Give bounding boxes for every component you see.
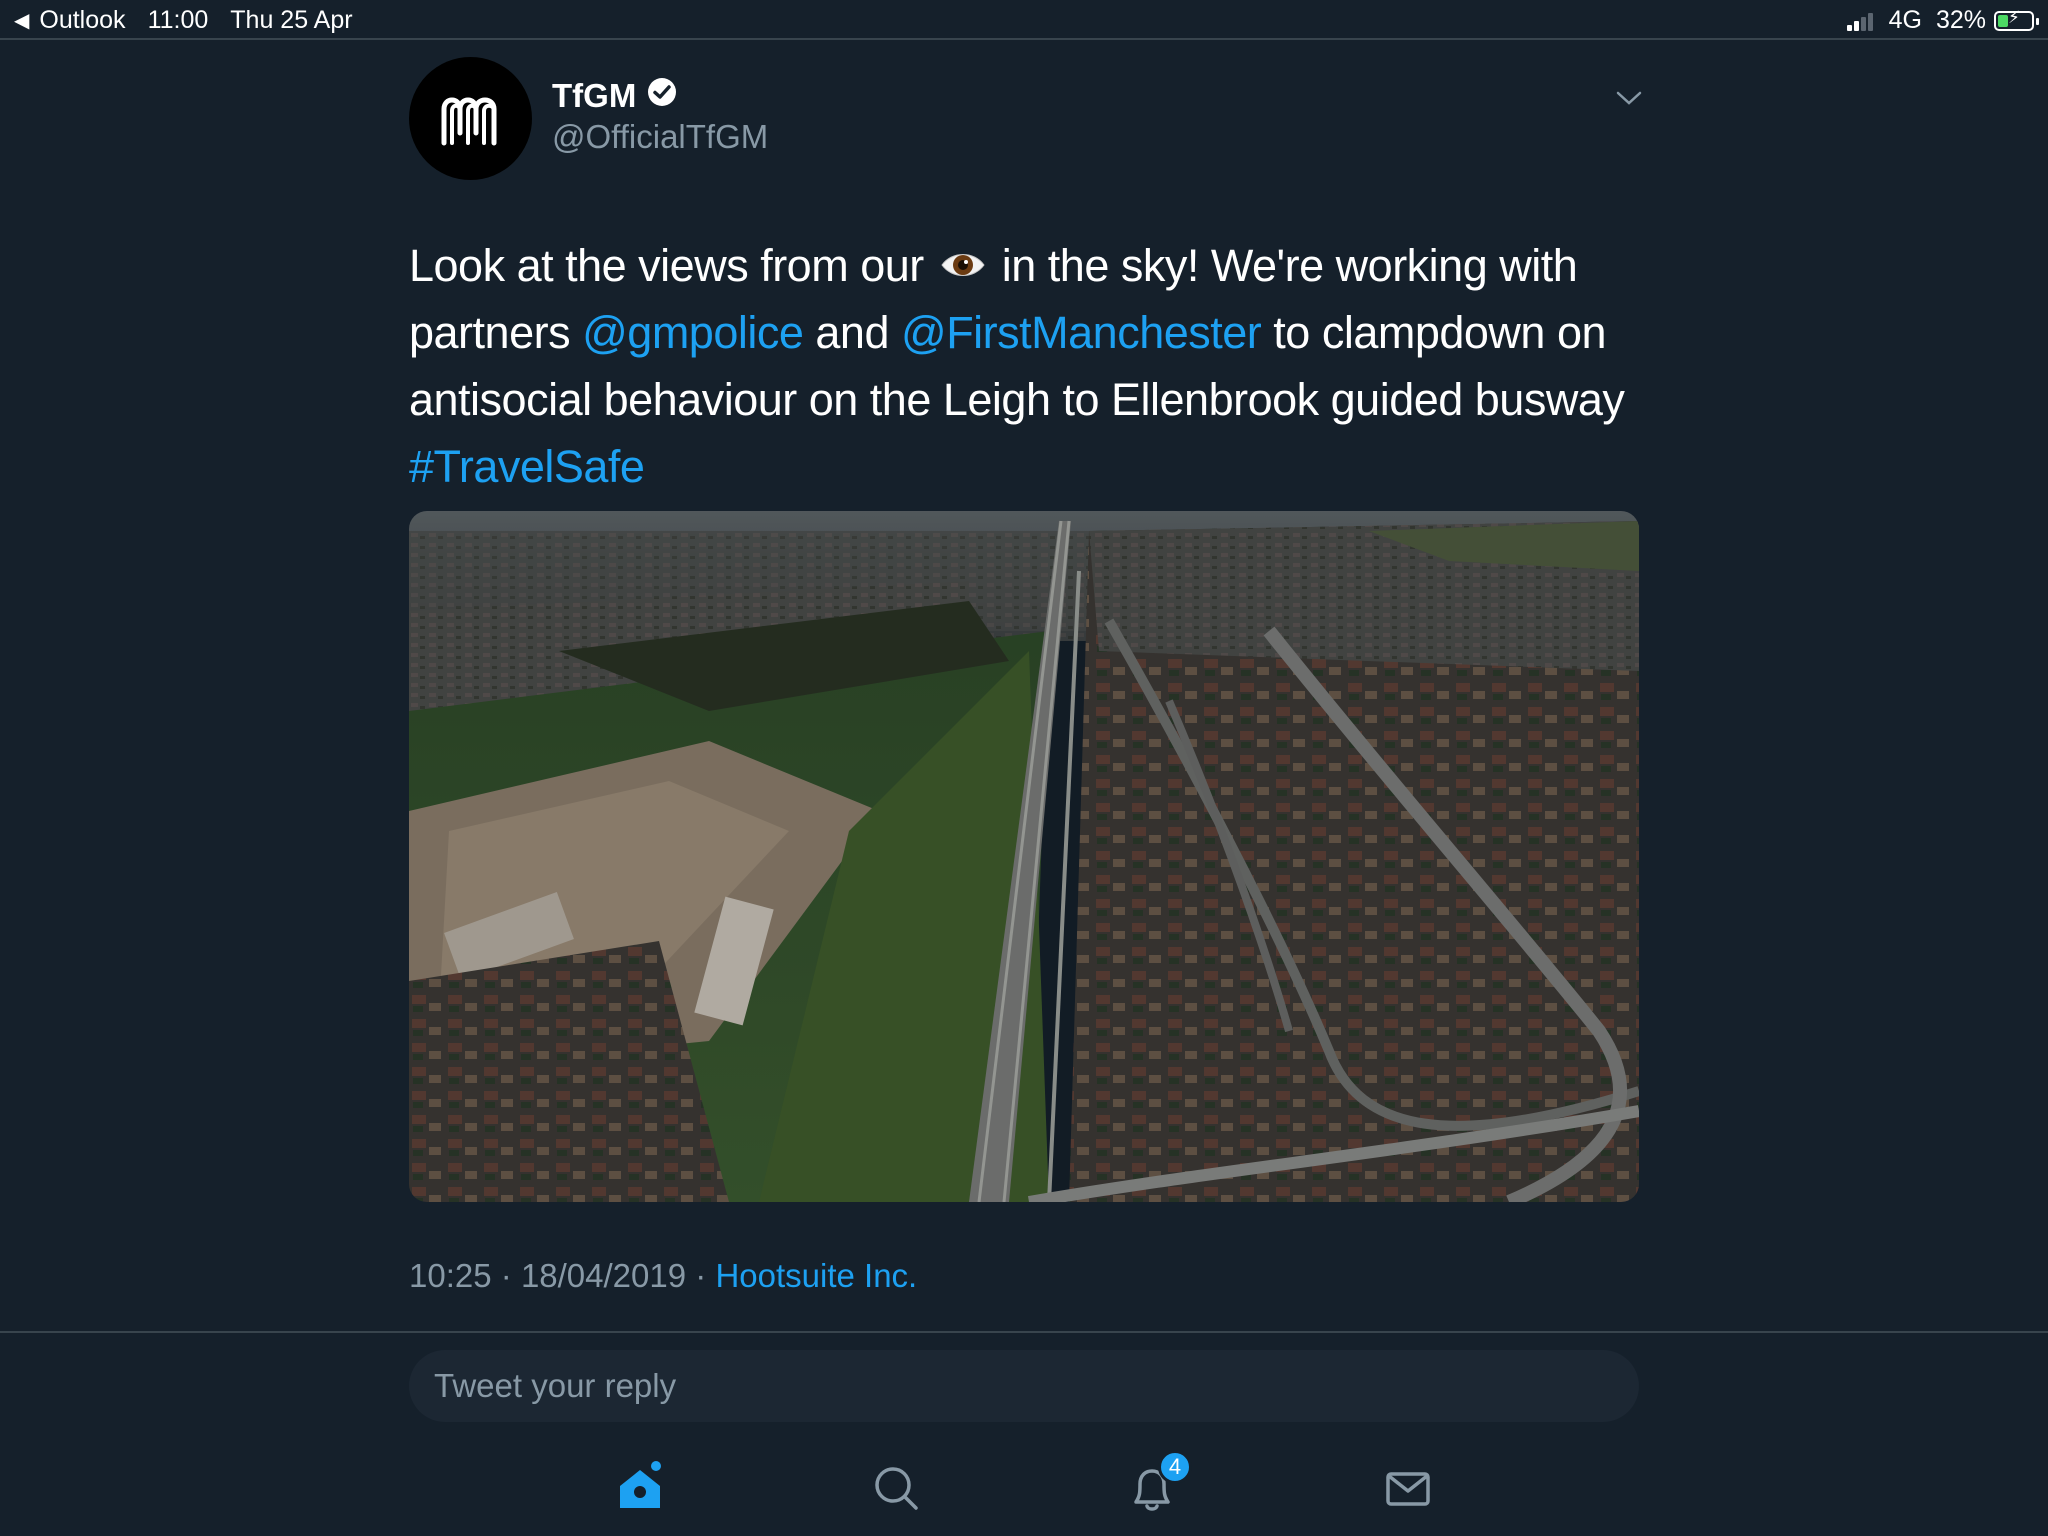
tweet-text: Look at the views from our in the sky! W… [409,232,1649,500]
charging-bolt-icon: ⚡ [2008,7,2020,27]
tweet-source-link[interactable]: Hootsuite Inc. [715,1257,917,1294]
tab-messages[interactable] [1378,1458,1438,1518]
verified-badge-icon [646,76,678,116]
notifications-badge: 4 [1158,1450,1192,1484]
mention-firstmanchester-link[interactable]: @FirstManchester [901,307,1262,358]
tweet-time: 10:25 [409,1257,492,1294]
author-name-text[interactable]: TfGM [552,77,636,115]
search-icon [875,1467,918,1510]
meta-separator: · [695,1257,707,1294]
tab-bar [0,1440,2048,1536]
tweet-text-part: Look at the views from our [409,240,924,291]
hashtag-link[interactable]: #TravelSafe [409,441,645,492]
tab-search[interactable] [866,1458,926,1518]
reply-placeholder: Tweet your reply [434,1367,677,1404]
battery-percent: 32% [1935,6,1986,34]
avatar[interactable] [409,57,532,180]
tweet-photo[interactable] [409,511,1639,1202]
tweet-date: 18/04/2019 [520,1257,687,1294]
reply-input[interactable]: Tweet your reply [409,1350,1639,1422]
mail-icon [1386,1472,1430,1506]
battery-icon: ⚡ [1994,7,2039,31]
status-right: 4G 32% ⚡ [1846,6,2039,35]
back-triangle-icon[interactable]: ◀ [14,8,29,33]
status-time: 11:00 [147,6,209,34]
back-app-label[interactable]: Outlook [39,6,125,35]
author-name[interactable]: TfGM [552,76,678,116]
tweet-meta: 10:25 · 18/04/2019 · Hootsuite Inc. [409,1257,917,1295]
tab-home[interactable] [610,1458,670,1518]
metrolink-logo-icon [441,97,496,145]
aerial-photo-image [409,511,1639,1202]
network-type: 4G [1888,6,1922,34]
meta-separator: · [500,1257,512,1294]
divider [0,1331,2048,1333]
mention-gmpolice-link[interactable]: @gmpolice [582,307,804,358]
chevron-down-icon[interactable] [1614,88,1644,113]
signal-strength-icon [1846,11,1875,31]
author-handle[interactable]: @OfficialTfGM [552,118,768,156]
home-icon [620,1461,661,1508]
status-date: Thu 25 Apr [230,6,353,34]
eye-emoji-icon [940,236,986,276]
tweet-text-part: and [815,307,889,358]
status-left[interactable]: ◀ Outlook 11:00 Thu 25 Apr [14,6,353,35]
status-bar: ◀ Outlook 11:00 Thu 25 Apr 4G 32% ⚡ [0,0,2048,40]
